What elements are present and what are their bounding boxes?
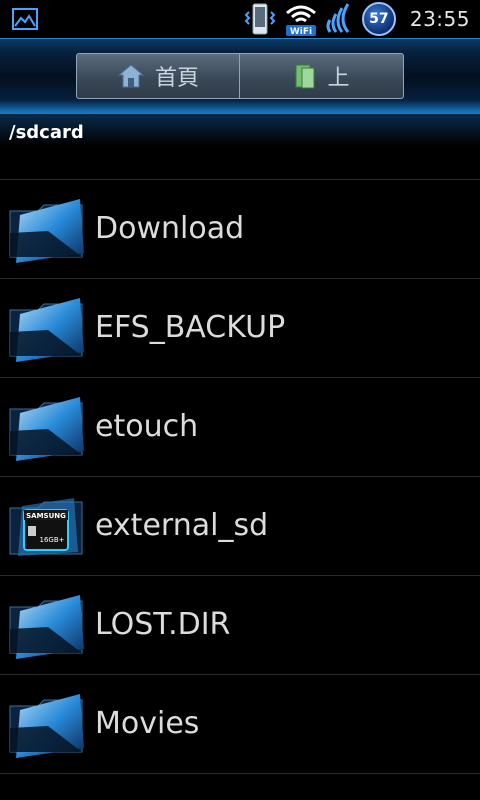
folder-icon — [9, 694, 84, 758]
sdcard-capacity: 16GB+ — [40, 536, 65, 544]
list-item-etouch[interactable]: etouch — [0, 378, 480, 477]
sdcard-folder-icon: SAMSUNG 16GB+ — [9, 498, 83, 556]
item-name: external_sd — [95, 508, 269, 543]
status-bar: WiFi 57 23:55 — [0, 0, 480, 38]
folder-icon — [9, 595, 84, 659]
list-item-efs-backup[interactable]: EFS_BACKUP — [0, 279, 480, 378]
list-item-lost-dir[interactable]: LOST.DIR — [0, 576, 480, 675]
item-name: EFS_BACKUP — [95, 310, 286, 345]
clock: 23:55 — [409, 7, 470, 31]
folder-icon — [9, 397, 84, 461]
gallery-icon — [12, 8, 38, 30]
folder-icon — [9, 298, 84, 362]
home-icon — [117, 64, 145, 88]
wifi-icon: WiFi — [285, 5, 316, 37]
sdcard-brand: SAMSUNG — [26, 512, 66, 520]
vibrate-icon — [244, 3, 276, 35]
file-list[interactable]: Download EFS_BACKUP etouch SAMSUNG 16GB+… — [0, 180, 480, 774]
list-item-external-sd[interactable]: SAMSUNG 16GB+ external_sd — [0, 477, 480, 576]
home-button[interactable]: 首頁 — [76, 53, 240, 99]
item-name: Download — [95, 211, 245, 246]
wifi-label: WiFi — [290, 27, 312, 37]
battery-level: 57 — [369, 11, 389, 27]
list-item-movies[interactable]: Movies — [0, 675, 480, 774]
path-bar: /sdcard — [0, 114, 480, 154]
up-button[interactable]: 上 — [240, 53, 404, 99]
item-name: Movies — [95, 706, 200, 741]
list-item-download[interactable]: Download — [0, 180, 480, 279]
home-button-label: 首頁 — [154, 66, 199, 91]
up-folder-icon — [295, 64, 315, 89]
folder-icon — [9, 199, 84, 263]
item-name: LOST.DIR — [95, 607, 231, 642]
battery-icon: 57 — [361, 2, 396, 36]
toolbar: 首頁 上 — [0, 38, 480, 115]
up-button-label: 上 — [327, 66, 350, 91]
status-icons: WiFi 57 23:55 — [242, 0, 470, 38]
item-name: etouch — [95, 409, 199, 444]
current-path: /sdcard — [9, 122, 84, 143]
signal-icon — [326, 3, 350, 33]
